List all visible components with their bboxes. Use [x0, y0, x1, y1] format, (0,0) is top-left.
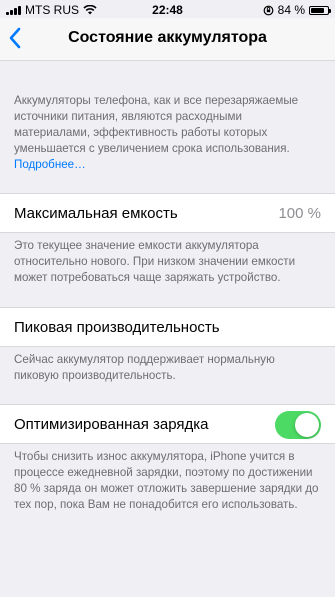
max-capacity-value: 100 % [278, 205, 321, 222]
status-right: 84 % [263, 3, 331, 17]
content: Аккумуляторы телефона, как и все перезар… [0, 60, 335, 513]
battery-percent: 84 % [277, 3, 305, 17]
optimized-charging-toggle[interactable] [275, 411, 321, 439]
battery-icon [309, 5, 331, 15]
status-bar: MTS RUS 22:48 84 % [0, 0, 335, 18]
max-capacity-description: Это текущее значение емкости аккумулятор… [14, 239, 296, 284]
intro-text: Аккумуляторы телефона, как и все перезар… [14, 94, 299, 155]
intro-text-block: Аккумуляторы телефона, как и все перезар… [0, 60, 335, 193]
peak-performance-row: Пиковая производительность [0, 307, 335, 347]
orientation-lock-icon [263, 5, 274, 15]
page-title: Состояние аккумулятора [68, 29, 267, 46]
navigation-bar: Состояние аккумулятора [0, 18, 335, 61]
learn-more-link[interactable]: Подробнее… [14, 158, 86, 171]
optimized-charging-row: Оптимизированная зарядка [0, 404, 335, 444]
toggle-knob [295, 413, 319, 437]
peak-performance-description: Сейчас аккумулятор поддерживает нормальн… [14, 353, 275, 382]
optimized-charging-label: Оптимизированная зарядка [14, 416, 209, 433]
max-capacity-label: Максимальная емкость [14, 205, 178, 222]
optimized-charging-description: Чтобы снизить износ аккумулятора, iPhone… [14, 450, 319, 511]
max-capacity-row: Максимальная емкость 100 % [0, 193, 335, 233]
peak-performance-label: Пиковая производительность [14, 319, 220, 336]
